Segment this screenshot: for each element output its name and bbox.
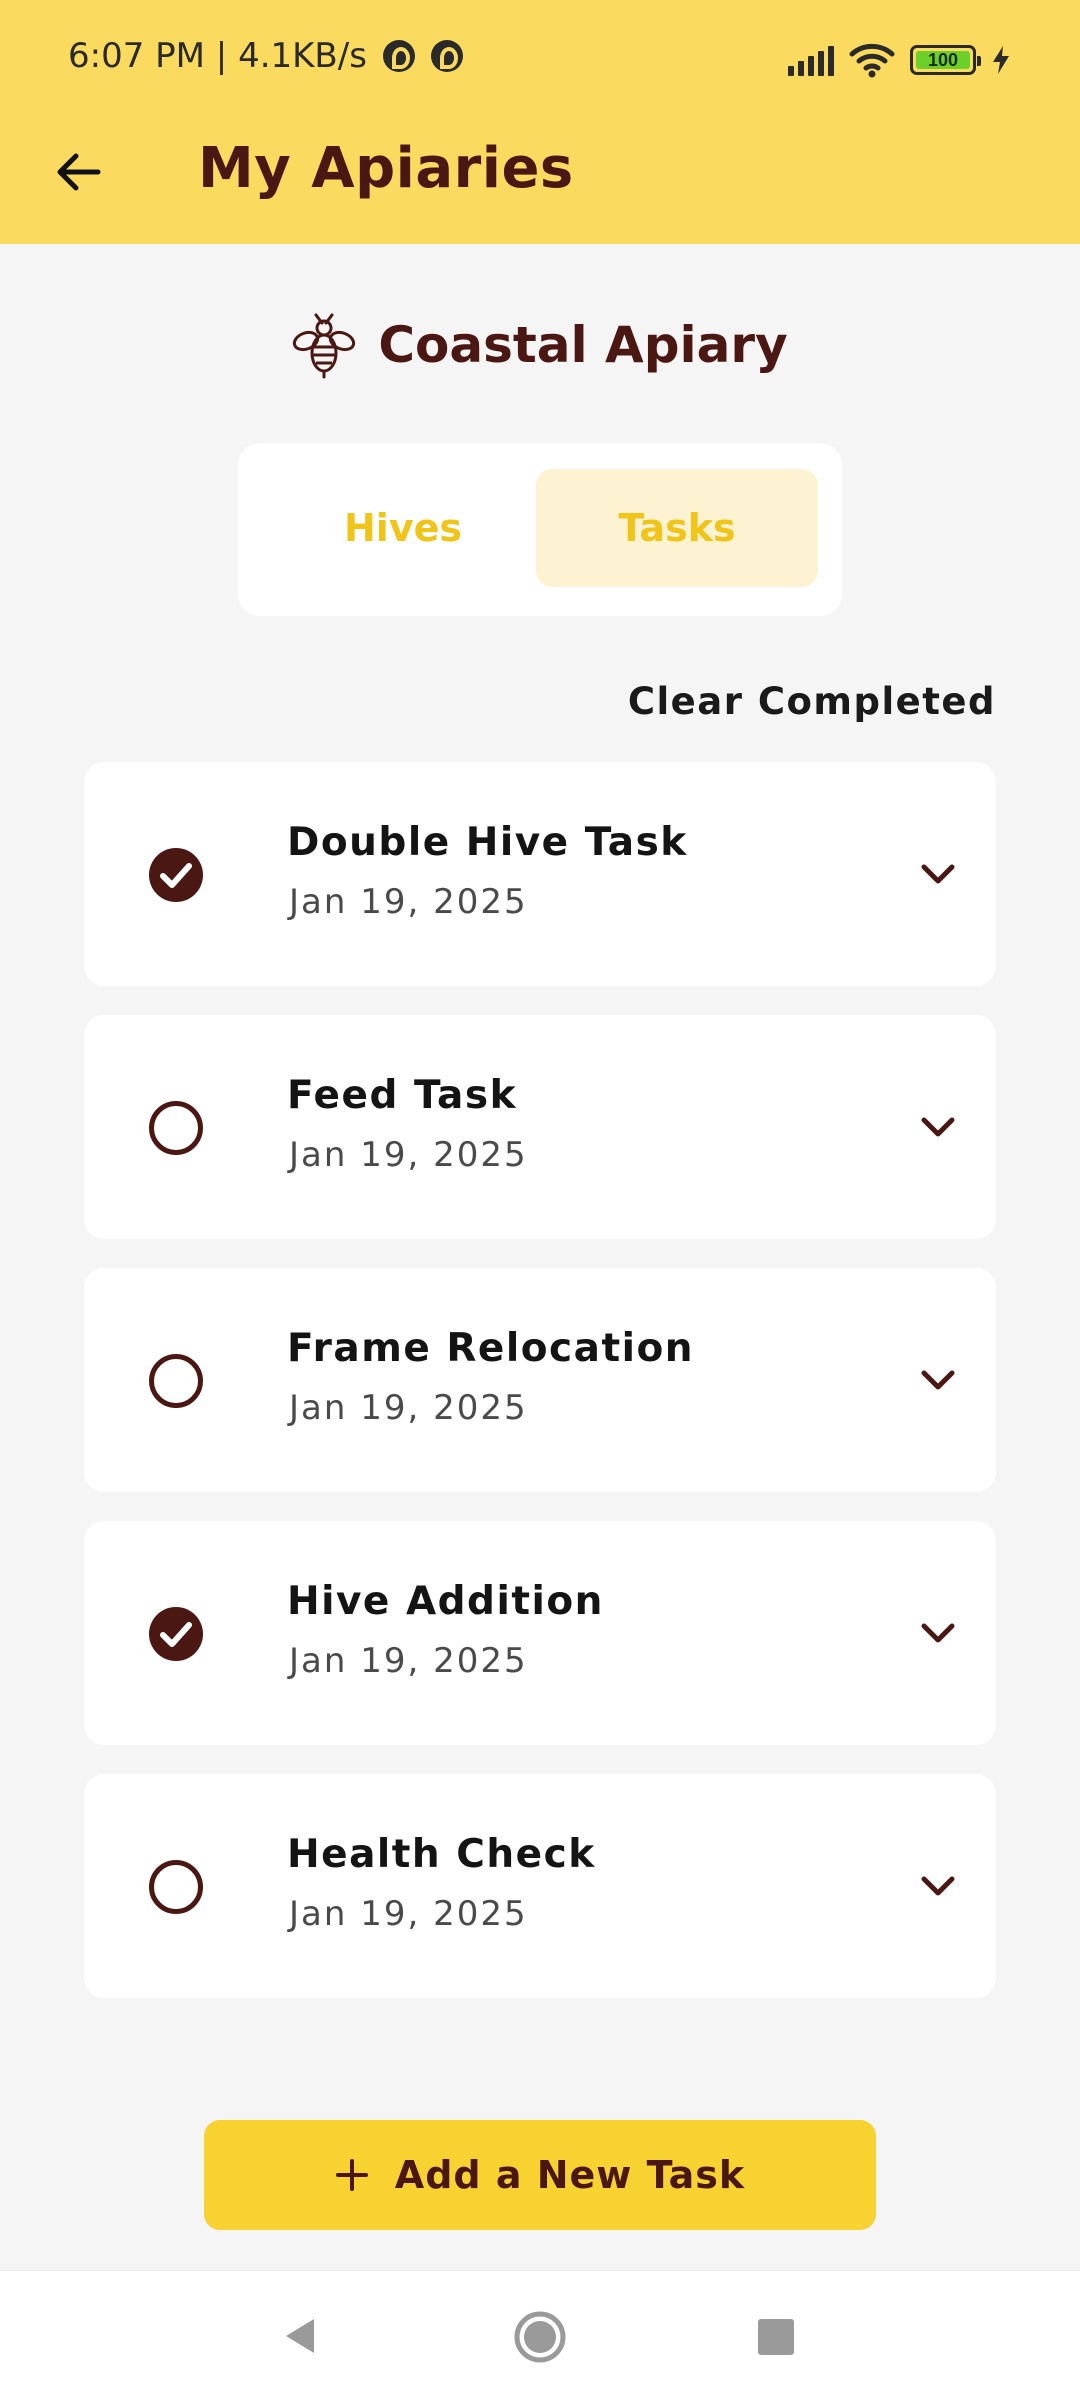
status-bar: 6:07 PM | 4.1KB/s 100 — [0, 0, 1080, 120]
clear-completed-button[interactable]: Clear Completed — [628, 680, 996, 723]
task-name: Frame Relocation — [287, 1326, 695, 1371]
unchecked-circle-icon[interactable] — [148, 1353, 204, 1409]
task-card[interactable]: Feed Task Jan 19, 2025 — [84, 1015, 996, 1239]
chevron-down-icon[interactable] — [918, 854, 958, 894]
battery-level: 100 — [916, 50, 970, 70]
bee-icon — [293, 313, 356, 379]
arrow-left-icon — [57, 153, 101, 191]
chevron-down-icon[interactable] — [918, 1866, 958, 1906]
charging-icon — [993, 46, 1009, 74]
task-date: Jan 19, 2025 — [289, 882, 528, 922]
add-task-label: Add a New Task — [394, 2153, 746, 2197]
apiary-header: Coastal Apiary — [0, 300, 1080, 390]
chevron-down-icon[interactable] — [918, 1613, 958, 1653]
task-card[interactable]: Hive Addition Jan 19, 2025 — [84, 1521, 996, 1745]
unchecked-circle-icon[interactable] — [148, 1859, 204, 1915]
battery-icon: 100 — [910, 45, 981, 75]
system-nav-bar — [0, 2270, 1080, 2400]
status-icons: 100 — [788, 40, 1012, 80]
task-name: Double Hive Task — [287, 820, 688, 865]
page-title: My Apiaries — [198, 136, 574, 201]
notification-badge-icon — [430, 40, 463, 72]
task-card[interactable]: Double Hive Task Jan 19, 2025 — [84, 762, 996, 986]
tab-tasks[interactable]: Tasks — [536, 469, 818, 587]
notification-badge-icon — [382, 40, 415, 72]
unchecked-circle-icon[interactable] — [148, 1100, 204, 1156]
wifi-icon — [849, 43, 895, 78]
nav-back-icon[interactable] — [280, 2315, 320, 2357]
status-time-text: 6:07 PM | 4.1KB/s — [68, 36, 367, 76]
signal-icon — [788, 44, 834, 76]
apiary-name: Coastal Apiary — [378, 316, 788, 374]
task-date: Jan 19, 2025 — [289, 1388, 528, 1428]
task-name: Feed Task — [287, 1073, 517, 1118]
tab-group: Hives Tasks — [238, 443, 842, 616]
task-name: Health Check — [287, 1832, 596, 1877]
task-date: Jan 19, 2025 — [289, 1135, 528, 1175]
task-date: Jan 19, 2025 — [289, 1641, 528, 1681]
nav-recents-icon[interactable] — [758, 2319, 794, 2355]
chevron-down-icon[interactable] — [918, 1107, 958, 1147]
app-bar: My Apiaries — [0, 120, 1080, 244]
add-task-button[interactable]: Add a New Task — [204, 2120, 876, 2230]
chevron-down-icon[interactable] — [918, 1360, 958, 1400]
app-header: 6:07 PM | 4.1KB/s 100 My Apiaries — [0, 0, 1080, 244]
task-date: Jan 19, 2025 — [289, 1894, 528, 1934]
plus-icon — [335, 2159, 368, 2191]
tab-hives[interactable]: Hives — [262, 469, 544, 587]
checked-circle-icon[interactable] — [148, 1606, 204, 1662]
checked-circle-icon[interactable] — [148, 847, 204, 903]
task-name: Hive Addition — [287, 1579, 604, 1624]
back-button[interactable] — [48, 142, 108, 202]
status-time: 6:07 PM | 4.1KB/s — [68, 36, 463, 76]
nav-home-icon[interactable] — [512, 2309, 568, 2365]
task-card[interactable]: Health Check Jan 19, 2025 — [84, 1774, 996, 1998]
task-card[interactable]: Frame Relocation Jan 19, 2025 — [84, 1268, 996, 1492]
